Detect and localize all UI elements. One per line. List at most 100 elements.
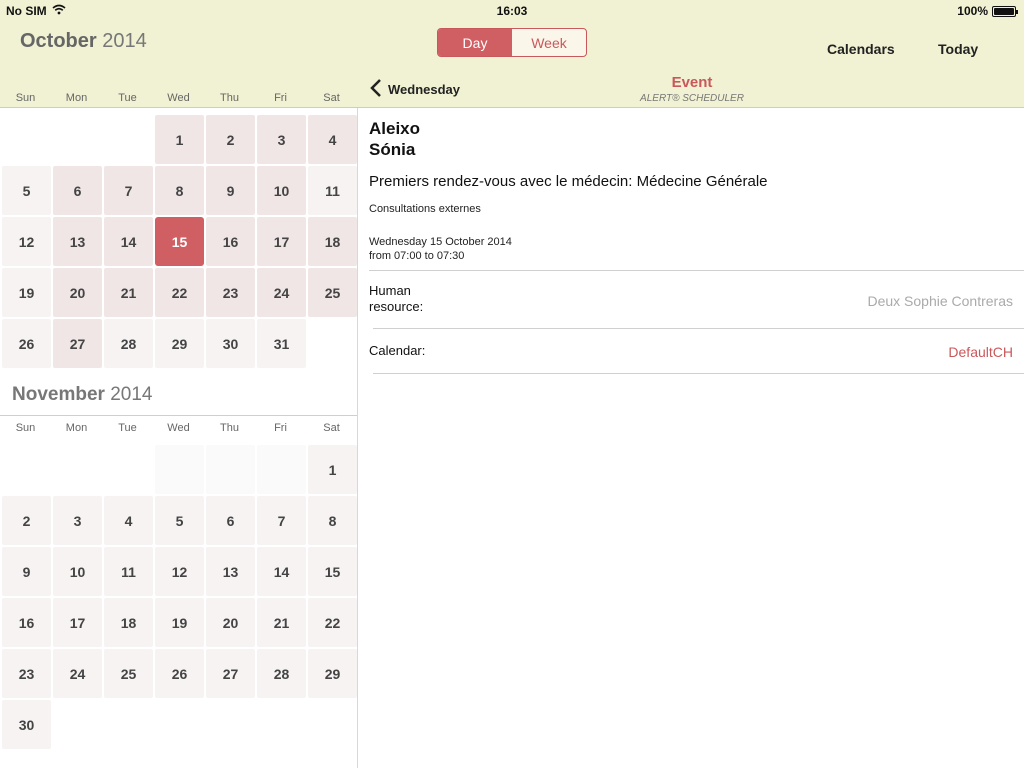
- day-cell[interactable]: 11: [308, 166, 357, 215]
- day-cell[interactable]: 30: [206, 319, 255, 368]
- weekday-label: Sat: [323, 92, 340, 104]
- day-cell[interactable]: 7: [257, 496, 306, 545]
- day-cell[interactable]: 19: [155, 598, 204, 647]
- day-cell[interactable]: 27: [206, 649, 255, 698]
- day-cell[interactable]: 14: [257, 547, 306, 596]
- day-cell[interactable]: 12: [155, 547, 204, 596]
- day-cell: [2, 445, 51, 494]
- day-segment[interactable]: Day: [438, 29, 512, 56]
- day-cell[interactable]: 14: [104, 217, 153, 266]
- day-cell[interactable]: 13: [206, 547, 255, 596]
- october-grid: 1 2 3 4 5 6 7 8 9 10 11 12 13 14 15 16 1…: [2, 115, 357, 368]
- day-cell[interactable]: 4: [308, 115, 357, 164]
- day-cell[interactable]: 21: [104, 268, 153, 317]
- day-cell[interactable]: 9: [2, 547, 51, 596]
- app-subtitle: ALERT® SCHEDULER: [640, 93, 744, 104]
- day-cell[interactable]: 6: [53, 166, 102, 215]
- day-cell[interactable]: 11: [104, 547, 153, 596]
- day-cell[interactable]: 20: [206, 598, 255, 647]
- day-cell[interactable]: 2: [206, 115, 255, 164]
- day-cell[interactable]: 16: [206, 217, 255, 266]
- day-cell[interactable]: 23: [206, 268, 255, 317]
- day-cell[interactable]: 20: [53, 268, 102, 317]
- today-button[interactable]: Today: [938, 41, 978, 57]
- divider: [373, 373, 1024, 374]
- human-resource-value: Deux Sophie Contreras: [867, 293, 1013, 309]
- day-cell: [104, 115, 153, 164]
- weekday-label: Mon: [65, 422, 88, 434]
- label-line: resource:: [369, 299, 424, 314]
- calendar-label: Calendar:: [369, 343, 426, 358]
- day-cell[interactable]: 22: [308, 598, 357, 647]
- week-segment[interactable]: Week: [512, 29, 586, 56]
- weekday-label: Wed: [167, 422, 190, 434]
- day-cell[interactable]: 9: [206, 166, 255, 215]
- weekday-label: Sat: [323, 422, 340, 434]
- calendars-button[interactable]: Calendars: [827, 41, 895, 57]
- november-title: November 2014: [12, 384, 152, 406]
- back-label: Wednesday: [388, 82, 461, 97]
- day-cell[interactable]: 16: [2, 598, 51, 647]
- day-cell[interactable]: 29: [155, 319, 204, 368]
- month-title: October 2014: [20, 30, 147, 53]
- day-cell[interactable]: 7: [104, 166, 153, 215]
- pane-divider: [357, 108, 358, 768]
- day-cell[interactable]: 10: [257, 166, 306, 215]
- day-cell[interactable]: 15: [308, 547, 357, 596]
- selected-day-cell[interactable]: 15: [155, 217, 204, 266]
- event-date: Wednesday 15 October 2014: [369, 236, 512, 248]
- day-cell[interactable]: 13: [53, 217, 102, 266]
- weekday-label: Tue: [118, 92, 137, 104]
- battery-icon: [992, 5, 1018, 17]
- weekday-label: Wed: [167, 92, 190, 104]
- day-cell[interactable]: 8: [155, 166, 204, 215]
- day-cell[interactable]: 27: [53, 319, 102, 368]
- day-cell[interactable]: 25: [104, 649, 153, 698]
- month-name: October: [20, 30, 97, 52]
- day-cell[interactable]: 24: [257, 268, 306, 317]
- day-cell[interactable]: 6: [206, 496, 255, 545]
- day-cell[interactable]: 21: [257, 598, 306, 647]
- day-cell[interactable]: 26: [2, 319, 51, 368]
- day-cell[interactable]: 23: [2, 649, 51, 698]
- day-cell[interactable]: 1: [308, 445, 357, 494]
- weekday-label: Thu: [220, 92, 239, 104]
- day-cell[interactable]: 17: [257, 217, 306, 266]
- weekday-label: Fri: [274, 92, 287, 104]
- day-cell[interactable]: 2: [2, 496, 51, 545]
- day-cell[interactable]: 26: [155, 649, 204, 698]
- day-cell[interactable]: 10: [53, 547, 102, 596]
- day-cell[interactable]: 17: [53, 598, 102, 647]
- day-cell[interactable]: 5: [155, 496, 204, 545]
- day-cell: [308, 319, 357, 368]
- day-cell[interactable]: 5: [2, 166, 51, 215]
- day-cell[interactable]: 28: [104, 319, 153, 368]
- day-cell[interactable]: 1: [155, 115, 204, 164]
- month-year: 2014: [110, 384, 153, 405]
- day-cell[interactable]: 22: [155, 268, 204, 317]
- day-cell[interactable]: 25: [308, 268, 357, 317]
- event-time-range: from 07:00 to 07:30: [369, 250, 465, 262]
- month-year: 2014: [102, 30, 147, 52]
- day-cell[interactable]: 18: [104, 598, 153, 647]
- weekday-label: Thu: [220, 422, 239, 434]
- day-cell[interactable]: 4: [104, 496, 153, 545]
- back-button[interactable]: Wednesday: [370, 78, 460, 101]
- month-name: November: [12, 384, 105, 405]
- day-cell[interactable]: 12: [2, 217, 51, 266]
- appointment-title: Premiers rendez-vous avec le médecin: Mé…: [369, 173, 768, 190]
- day-cell[interactable]: 3: [257, 115, 306, 164]
- day-cell[interactable]: 24: [53, 649, 102, 698]
- day-cell[interactable]: 28: [257, 649, 306, 698]
- day-cell: [53, 445, 102, 494]
- day-cell[interactable]: 30: [2, 700, 51, 749]
- day-cell[interactable]: 29: [308, 649, 357, 698]
- day-cell[interactable]: 31: [257, 319, 306, 368]
- calendar-value[interactable]: DefaultCH: [948, 344, 1013, 360]
- chevron-left-icon: [370, 78, 382, 101]
- human-resource-label: Human resource:: [369, 283, 423, 315]
- day-cell[interactable]: 19: [2, 268, 51, 317]
- day-cell[interactable]: 8: [308, 496, 357, 545]
- day-cell[interactable]: 18: [308, 217, 357, 266]
- day-cell[interactable]: 3: [53, 496, 102, 545]
